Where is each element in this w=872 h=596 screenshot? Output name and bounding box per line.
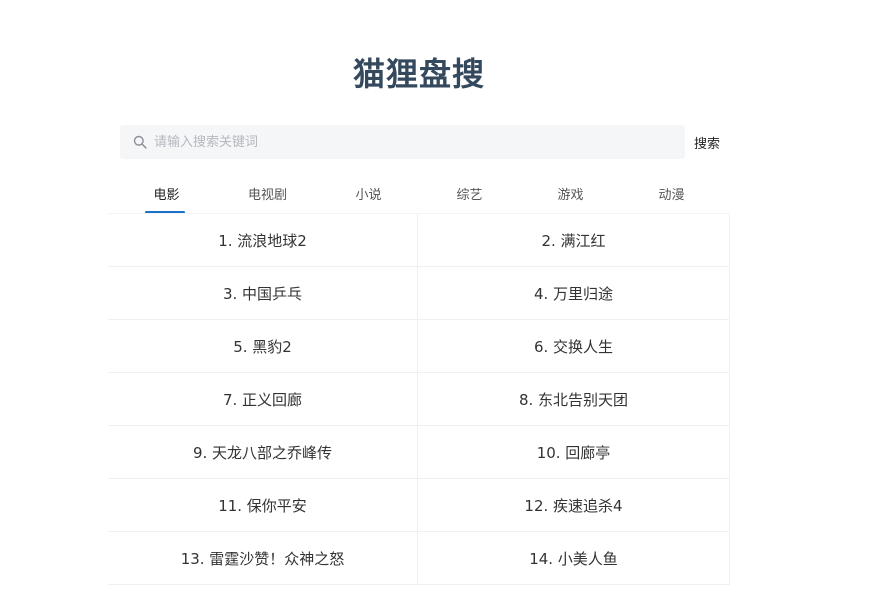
tab-movie[interactable]: 电影 [116, 172, 217, 214]
list-item[interactable]: 7. 正义回廊 [108, 373, 418, 426]
list-item[interactable]: 12. 疾速追杀4 [418, 479, 729, 532]
list-item[interactable]: 9. 天龙八部之乔峰传 [108, 426, 418, 479]
list-item[interactable]: 14. 小美人鱼 [418, 532, 729, 585]
search-button[interactable]: 搜索 [686, 125, 728, 159]
tab-tv-series[interactable]: 电视剧 [217, 172, 318, 214]
site-title: 猫狸盘搜 [352, 55, 485, 93]
list-item[interactable]: 8. 东北告别天团 [418, 373, 729, 426]
page: 猫狸盘搜 搜索 电影 电视剧 小说 综艺 游戏 动漫 1. 流浪地球2 2. 满… [0, 0, 872, 596]
list-item[interactable]: 1. 流浪地球2 [108, 214, 418, 267]
category-tabs: 电影 电视剧 小说 综艺 游戏 动漫 [116, 172, 722, 214]
list-item[interactable]: 6. 交换人生 [418, 320, 729, 373]
list-item[interactable]: 5. 黑豹2 [108, 320, 418, 373]
tab-variety[interactable]: 综艺 [419, 172, 520, 214]
search-box[interactable] [120, 125, 685, 159]
list-item[interactable]: 10. 回廊亭 [418, 426, 729, 479]
list-item[interactable]: 4. 万里归途 [418, 267, 729, 320]
tab-game[interactable]: 游戏 [520, 172, 621, 214]
list-item[interactable]: 11. 保你平安 [108, 479, 418, 532]
search-icon [132, 134, 148, 150]
tab-novel[interactable]: 小说 [318, 172, 419, 214]
search-input[interactable] [154, 127, 654, 157]
tab-anime[interactable]: 动漫 [621, 172, 722, 214]
list-item[interactable]: 13. 雷霆沙赞！众神之怒 [108, 532, 418, 585]
hot-list: 1. 流浪地球2 2. 满江红 3. 中国乒乓 4. 万里归途 5. 黑豹2 6… [108, 214, 730, 585]
list-item[interactable]: 2. 满江红 [418, 214, 729, 267]
list-item[interactable]: 3. 中国乒乓 [108, 267, 418, 320]
